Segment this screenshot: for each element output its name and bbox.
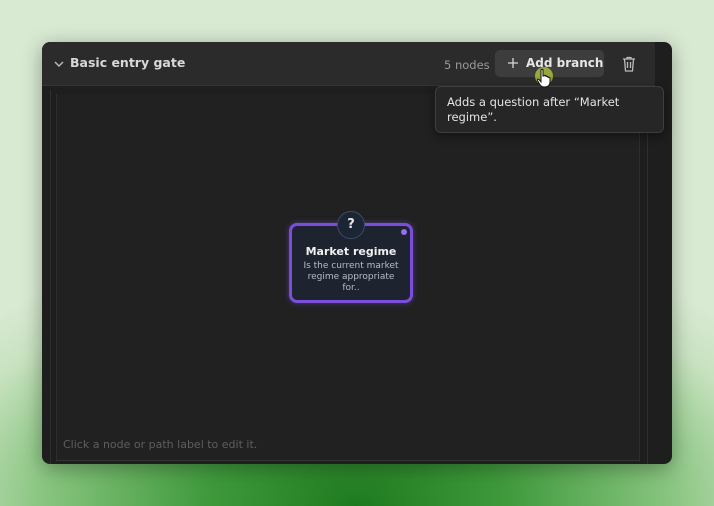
panel-title[interactable]: Basic entry gate: [70, 55, 185, 70]
node-title: Market regime: [305, 245, 397, 258]
add-branch-tooltip: Adds a question after “Market regime”.: [435, 86, 664, 133]
canvas-rail-left: [50, 90, 51, 464]
question-node[interactable]: ? Market regime Is the current market re…: [289, 211, 413, 303]
plus-icon: [508, 58, 518, 68]
canvas-hint: Click a node or path label to edit it.: [63, 438, 258, 451]
canvas-rail-right: [647, 90, 648, 464]
node-count: 5 nodes: [444, 58, 490, 72]
node-handle-dot[interactable]: [401, 229, 407, 235]
node-description: Is the current market regime appropriate…: [303, 261, 399, 293]
hand-pointer-icon: [535, 67, 553, 88]
panel-header: Basic entry gate 5 nodes Add branch: [42, 42, 655, 86]
question-badge: ?: [337, 211, 365, 239]
canvas-divider: [56, 460, 640, 461]
chevron-down-icon[interactable]: [53, 58, 65, 70]
trash-icon[interactable]: [619, 54, 639, 74]
